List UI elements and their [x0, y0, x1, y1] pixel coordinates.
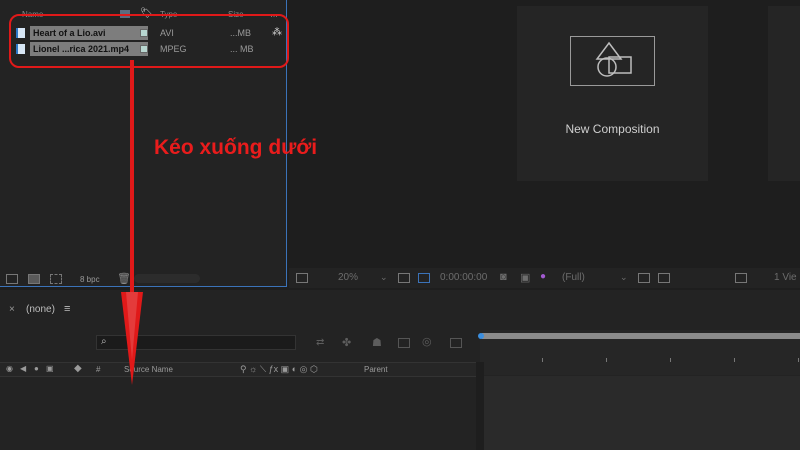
- work-area-start-handle[interactable]: [478, 333, 484, 339]
- view-layout-dropdown[interactable]: 1 Vie: [774, 272, 797, 283]
- motion-blur-icon[interactable]: ◎: [422, 335, 432, 348]
- camera-icon[interactable]: ◙: [500, 271, 507, 283]
- label-tag-icon[interactable]: ◆: [74, 363, 82, 374]
- drag-down-arrow: [121, 60, 143, 385]
- timecode-display[interactable]: 0:00:00:00: [440, 272, 487, 283]
- search-icon: ⌕: [101, 336, 107, 347]
- new-folder-icon[interactable]: [28, 274, 40, 284]
- interpret-footage-icon[interactable]: [6, 274, 18, 284]
- draft-3d-icon[interactable]: ✤: [342, 336, 351, 349]
- video-visibility-icon[interactable]: ◉: [6, 364, 13, 373]
- timeline-tab[interactable]: (none): [26, 304, 55, 315]
- graph-editor-icon[interactable]: [450, 338, 462, 348]
- ruler-tick: [734, 358, 735, 362]
- work-area-bar[interactable]: [482, 333, 800, 339]
- layer-switches-icons[interactable]: ⚲ ☼ ⟍ ƒx ▣ ◐ ◎ ⬡: [240, 364, 318, 375]
- new-composition-icon[interactable]: [50, 274, 62, 284]
- close-icon[interactable]: ×: [9, 304, 15, 315]
- always-preview-icon[interactable]: [296, 273, 308, 283]
- resolution-dropdown[interactable]: (Full): [562, 272, 585, 283]
- safe-zones-icon[interactable]: [398, 273, 410, 283]
- ruler-tick: [670, 358, 671, 362]
- layer-columns-header: ◉ ◀ ● ▣ ◆ # Source Name ⚲ ☼ ⟍ ƒx ▣ ◐ ◎ ⬡…: [0, 362, 476, 377]
- show-channel-icon[interactable]: ▣: [520, 271, 530, 284]
- region-of-interest-icon[interactable]: [638, 273, 650, 283]
- zoom-dropdown[interactable]: 20%: [338, 272, 358, 283]
- frame-blending-icon[interactable]: [398, 338, 410, 348]
- color-channel-icon[interactable]: ●: [540, 271, 546, 282]
- chevron-down-icon: ⌄: [380, 272, 388, 282]
- 3d-view-icon[interactable]: [735, 273, 747, 283]
- lock-icon[interactable]: ▣: [46, 364, 54, 373]
- ruler-tick: [606, 358, 607, 362]
- transparency-grid-icon[interactable]: [658, 273, 670, 283]
- panel-divider[interactable]: [476, 362, 484, 450]
- bit-depth-button[interactable]: 8 bpc: [80, 275, 100, 284]
- audio-icon[interactable]: ◀: [20, 364, 26, 373]
- menu-icon[interactable]: ≡: [64, 303, 70, 315]
- composition-card-partial[interactable]: [768, 6, 800, 181]
- ruler-tick: [798, 358, 799, 362]
- comp-mini-flowchart-icon[interactable]: ⇄: [316, 337, 324, 348]
- chevron-down-icon: ⌄: [620, 272, 628, 282]
- layer-number-header[interactable]: #: [96, 365, 100, 374]
- ruler-tick: [542, 358, 543, 362]
- parent-header[interactable]: Parent: [364, 365, 388, 374]
- new-composition-card[interactable]: [517, 6, 708, 181]
- new-composition-icon: [570, 36, 655, 86]
- solo-icon[interactable]: ●: [34, 364, 39, 373]
- annotation-caption: Kéo xuống dưới: [154, 136, 318, 159]
- new-composition-label: New Composition: [565, 122, 660, 136]
- shy-layers-icon[interactable]: ☗: [372, 336, 382, 349]
- timeline-track-area[interactable]: [484, 376, 800, 450]
- grid-icon[interactable]: [418, 273, 430, 283]
